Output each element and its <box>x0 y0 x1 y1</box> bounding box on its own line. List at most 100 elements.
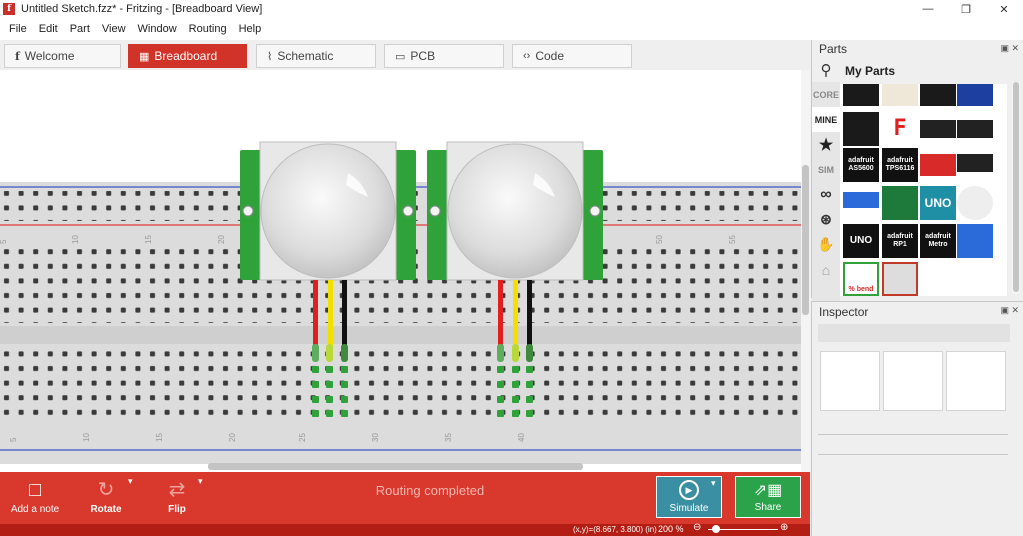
scrollbar-thumb[interactable] <box>1013 82 1019 292</box>
rotate-dropdown-icon[interactable]: ▾ <box>128 476 133 487</box>
tab-label: Breadboard <box>154 49 218 63</box>
zoom-in-icon[interactable]: ⊕ <box>780 522 788 533</box>
menu-bar: File Edit Part View Window Routing Help <box>0 18 1023 40</box>
part-item[interactable] <box>920 154 956 176</box>
part-item[interactable]: UNO <box>920 186 956 220</box>
part-item[interactable] <box>957 120 993 138</box>
parts-panel-header: Parts ▣ ✕ <box>812 40 1023 58</box>
flip-label: Flip <box>168 504 186 515</box>
column-number: 15 <box>144 235 153 244</box>
part-item[interactable]: adafruit TPS6116 <box>882 148 918 182</box>
bin-tab-seeed-icon[interactable]: ⊛ <box>812 207 840 232</box>
part-label: % bend <box>848 286 874 293</box>
column-number: 20 <box>217 235 226 244</box>
bin-tab-arduino-icon[interactable]: ∞ <box>812 182 840 207</box>
bin-tab-sim[interactable]: SIM <box>812 157 840 182</box>
part-item[interactable] <box>957 154 993 172</box>
code-icon: ‹› <box>523 50 531 62</box>
maximize-button[interactable]: ❐ <box>947 0 985 18</box>
column-number: 10 <box>82 433 91 442</box>
part-item[interactable]: UNO <box>843 224 879 258</box>
parts-scrollbar[interactable] <box>1012 82 1020 294</box>
simulate-label: Simulate <box>669 503 709 514</box>
wire-yellow <box>328 280 333 346</box>
breadboard-canvas[interactable]: 5 10 15 20 25 30 35 40 45 50 55 5 10 15 … <box>0 70 810 472</box>
bin-tab-mine[interactable]: MINE <box>812 107 840 132</box>
scrollbar-thumb[interactable] <box>802 165 809 315</box>
share-button[interactable]: ⇗▦ Share <box>735 476 801 518</box>
parts-grid: F adafruit AS5600 adafruit TPS6116 UNO U… <box>840 84 1007 296</box>
zoom-slider-handle[interactable] <box>712 525 720 533</box>
minimize-button[interactable]: — <box>909 0 947 18</box>
part-label: UNO <box>849 235 873 246</box>
play-icon: ▶ <box>679 480 699 500</box>
tab-schematic[interactable]: ⌇ Schematic <box>256 44 376 68</box>
bottom-terminal-strip <box>0 348 801 418</box>
bin-tab-contrib-icon[interactable]: ⌂ <box>812 257 840 282</box>
pcb-icon: ▭ <box>395 50 406 63</box>
wire-black <box>342 280 347 346</box>
menu-file[interactable]: File <box>3 23 33 35</box>
add-note-label: Add a note <box>10 504 60 515</box>
add-note-button[interactable]: □ Add a note <box>10 476 60 515</box>
part-label: adafruit RP1 <box>887 233 913 248</box>
search-icon[interactable]: ⚲ <box>812 58 840 82</box>
part-item[interactable]: adafruit AS5600 <box>843 148 879 182</box>
part-item[interactable] <box>920 120 956 138</box>
breadboard-icon: ▦ <box>139 50 150 63</box>
part-item[interactable] <box>957 84 993 106</box>
part-item[interactable] <box>882 186 918 220</box>
flip-button[interactable]: ⇄ Flip <box>160 476 194 515</box>
window-title: Untitled Sketch.fzz* - Fritzing - [Bread… <box>21 3 263 15</box>
part-item[interactable]: % bend <box>843 262 879 296</box>
part-item[interactable]: adafruit Metro <box>920 224 956 258</box>
column-number: 40 <box>517 433 526 442</box>
part-item[interactable] <box>843 84 879 106</box>
canvas-vertical-scrollbar[interactable] <box>801 70 810 472</box>
menu-part[interactable]: Part <box>64 23 96 35</box>
part-item[interactable] <box>843 192 879 208</box>
panel-float-close-icons[interactable]: ▣ ✕ <box>1000 43 1019 54</box>
part-item[interactable] <box>843 112 879 146</box>
part-label: adafruit Metro <box>925 233 951 248</box>
menu-window[interactable]: Window <box>132 23 183 35</box>
close-button[interactable]: ✕ <box>985 0 1023 18</box>
bin-tab-hand-icon[interactable]: ✋ <box>812 232 840 257</box>
menu-view[interactable]: View <box>96 23 132 35</box>
wire-yellow <box>513 280 518 346</box>
part-item[interactable] <box>957 186 993 220</box>
simulate-dropdown-icon[interactable]: ▾ <box>711 478 716 489</box>
zoom-out-icon[interactable]: ⊖ <box>693 522 701 533</box>
status-bar: (x,y)=(8.667, 3.800) (in) 200 % ⊖ ⊕ <box>0 522 810 536</box>
panel-float-close-icons[interactable]: ▣ ✕ <box>1000 305 1019 316</box>
tab-pcb[interactable]: ▭ PCB <box>384 44 504 68</box>
window-controls: — ❐ ✕ <box>909 0 1023 18</box>
tab-label: Code <box>535 49 565 63</box>
part-item[interactable] <box>882 262 918 296</box>
wire-black <box>527 280 532 346</box>
schematic-icon: ⌇ <box>267 50 273 63</box>
bin-tab-star-icon[interactable]: ★ <box>812 132 840 157</box>
fritzing-icon: f <box>15 49 20 63</box>
menu-edit[interactable]: Edit <box>33 23 64 35</box>
column-number: 15 <box>155 433 164 442</box>
rotate-button[interactable]: ↻ Rotate <box>86 476 126 515</box>
column-number: 5 <box>9 437 18 442</box>
part-item[interactable] <box>882 84 918 106</box>
part-item[interactable]: adafruit RP1 <box>882 224 918 258</box>
tab-breadboard[interactable]: ▦ Breadboard <box>128 44 247 68</box>
tab-welcome[interactable]: f Welcome <box>4 44 121 68</box>
part-item[interactable] <box>920 84 956 106</box>
canvas-horizontal-scrollbar[interactable] <box>208 463 583 470</box>
bin-tab-core[interactable]: CORE <box>812 82 840 107</box>
part-item[interactable] <box>957 224 993 258</box>
menu-routing[interactable]: Routing <box>183 23 233 35</box>
note-icon: □ <box>28 479 42 501</box>
menu-help[interactable]: Help <box>233 23 268 35</box>
part-item[interactable]: F <box>882 112 918 146</box>
column-number: 50 <box>655 235 664 244</box>
inspector-panel: Inspector ▣ ✕ <box>811 301 1023 536</box>
tab-code[interactable]: ‹› Code <box>512 44 632 68</box>
flip-dropdown-icon[interactable]: ▾ <box>198 476 203 487</box>
breadboard-svg[interactable]: 5 10 15 20 25 30 35 40 45 50 55 5 10 15 … <box>0 70 801 472</box>
